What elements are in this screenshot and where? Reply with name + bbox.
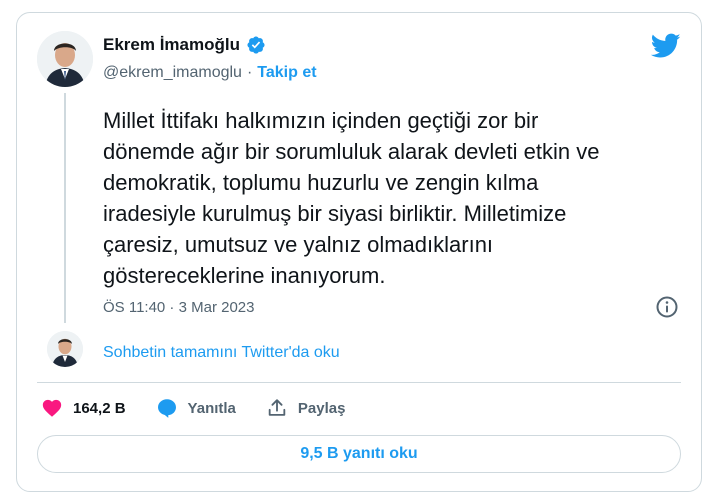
tweet-text: Millet İttifakı halkımızın içinden geçti… (103, 108, 600, 288)
divider (37, 382, 681, 383)
follow-button[interactable]: Takip et (257, 64, 316, 82)
like-button[interactable]: 164,2 B (41, 397, 126, 419)
author-name-row: Ekrem İmamoğlu (103, 35, 266, 55)
reply-bubble-icon (157, 399, 176, 418)
tweet-card: Ekrem İmamoğlu @ekrem_imamoglu · Takip e… (16, 12, 702, 492)
separator-dot: · (246, 64, 253, 81)
twitter-bird-icon[interactable] (651, 33, 681, 59)
thread-avatar (47, 331, 83, 367)
author-name[interactable]: Ekrem İmamoğlu (103, 35, 240, 55)
share-upload-icon (268, 399, 286, 416)
heart-icon (42, 399, 62, 417)
like-count: 164,2 B (73, 399, 126, 417)
reply-label: Yanıtla (187, 399, 236, 417)
author-handle-row: @ekrem_imamoglu · Takip et (103, 64, 317, 82)
author-avatar[interactable] (37, 31, 93, 87)
share-label: Paylaş (297, 399, 346, 417)
info-icon[interactable] (655, 295, 679, 319)
verified-badge-icon (247, 36, 265, 54)
action-bar: 164,2 B Yanıtla Paylaş (41, 397, 345, 419)
author-handle[interactable]: @ekrem_imamoglu (103, 64, 242, 82)
thread-line (64, 93, 66, 323)
tweet-timestamp[interactable]: ÖS 11:40 · 3 Mar 2023 (103, 299, 254, 316)
read-replies-button[interactable]: 9,5 B yanıtı oku (37, 435, 681, 473)
reply-button[interactable]: Yanıtla (156, 397, 236, 419)
share-button[interactable]: Paylaş (266, 397, 346, 419)
read-full-thread-link[interactable]: Sohbetin tamamını Twitter'da oku (103, 344, 340, 362)
